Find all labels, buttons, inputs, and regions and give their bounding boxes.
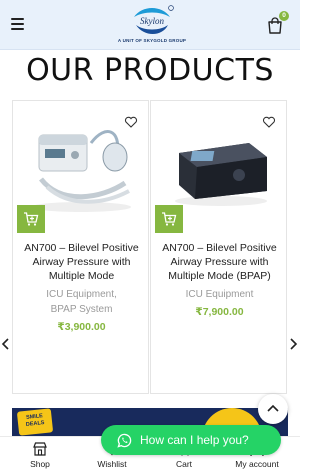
- promo-badge: SMILE DEALS: [16, 408, 54, 436]
- product-image[interactable]: [159, 113, 279, 215]
- nav-label: Wishlist: [97, 459, 127, 469]
- whatsapp-chat-button[interactable]: How can I help you?: [101, 425, 281, 455]
- whatsapp-icon: [117, 433, 132, 448]
- app-root: Skylon A UNIT OF SKYGOLD GROUP 0 OUR PRO…: [0, 0, 300, 474]
- nav-label: My account: [235, 459, 279, 469]
- nav-item-shop[interactable]: Shop: [20, 437, 60, 474]
- logo-mark-icon: Skylon: [134, 5, 174, 34]
- add-to-cart-icon: [162, 212, 177, 226]
- category-link[interactable]: ICU Equipment: [46, 289, 114, 300]
- logo-tagline: A UNIT OF SKYGOLD GROUP: [117, 38, 187, 43]
- product-card[interactable]: AN700 – Bilevel Positive Airway Pressure…: [12, 100, 149, 394]
- add-to-cart-icon: [24, 212, 39, 226]
- product-title[interactable]: AN700 – Bilevel Positive Airway Pressure…: [17, 241, 146, 283]
- cart-count-badge: 0: [279, 11, 289, 21]
- nav-label: Shop: [30, 459, 50, 469]
- add-to-cart-button[interactable]: [17, 205, 45, 233]
- product-image[interactable]: [21, 113, 141, 215]
- scroll-to-top-button[interactable]: [258, 394, 288, 424]
- site-logo[interactable]: Skylon A UNIT OF SKYGOLD GROUP: [112, 3, 192, 47]
- nav-label: Cart: [175, 459, 193, 469]
- product-price: ₹7,900.00: [195, 306, 244, 318]
- product-categories: ICU Equipment: [155, 287, 284, 302]
- product-card[interactable]: AN700 – Bilevel Positive Airway Pressure…: [150, 100, 287, 394]
- category-link[interactable]: ICU Equipment: [186, 289, 254, 300]
- carousel-prev-icon[interactable]: [1, 337, 11, 351]
- page-title: OUR PRODUCTS: [26, 53, 274, 88]
- chat-label: How can I help you?: [140, 433, 249, 447]
- category-link[interactable]: BPAP System: [51, 304, 113, 315]
- carousel-next-icon[interactable]: [288, 337, 298, 351]
- header-cart-button[interactable]: 0: [266, 11, 289, 36]
- product-carousel: AN700 – Bilevel Positive Airway Pressure…: [0, 100, 300, 394]
- chevron-up-icon: [267, 404, 279, 412]
- shop-icon: [33, 442, 47, 456]
- wishlist-heart-icon[interactable]: [262, 115, 276, 129]
- product-title[interactable]: AN700 – Bilevel Positive Airway Pressure…: [155, 241, 284, 283]
- product-categories: ICU Equipment, BPAP System: [46, 289, 117, 315]
- product-price: ₹3,900.00: [57, 321, 106, 333]
- menu-icon[interactable]: [11, 18, 24, 30]
- wishlist-heart-icon[interactable]: [124, 115, 138, 129]
- svg-text:Skylon: Skylon: [140, 16, 164, 26]
- add-to-cart-button[interactable]: [155, 205, 183, 233]
- site-header: Skylon A UNIT OF SKYGOLD GROUP 0: [0, 0, 300, 50]
